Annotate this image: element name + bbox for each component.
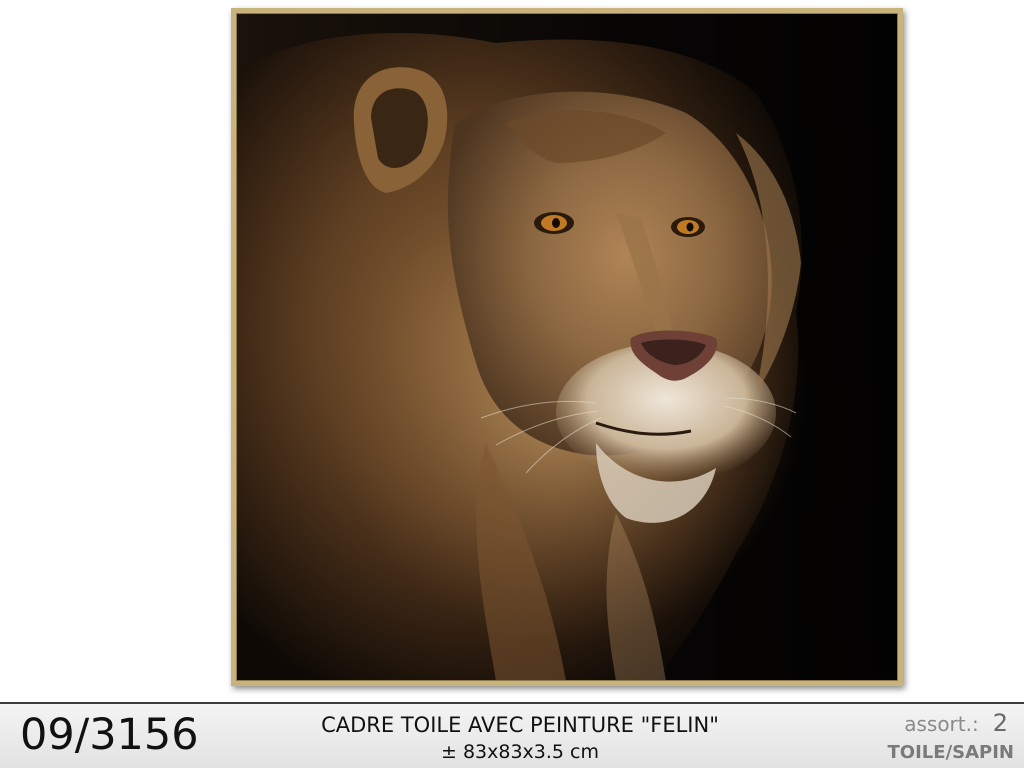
product-title: CADRE TOILE AVEC PEINTURE "FELIN": [321, 713, 719, 737]
lion-painting: [236, 13, 898, 681]
material-label: TOILE/SAPIN: [887, 742, 1014, 763]
reference-number: 09/3156: [20, 710, 199, 760]
assortment-count: 2: [992, 709, 1008, 737]
product-dimensions: ± 83x83x3.5 cm: [440, 741, 599, 763]
product-info-bar: 09/3156 CADRE TOILE AVEC PEINTURE "FELIN…: [0, 702, 1024, 768]
product-sheet: 09/3156 CADRE TOILE AVEC PEINTURE "FELIN…: [0, 0, 1024, 768]
framed-canvas-image: [231, 8, 903, 686]
assortment-label: assort.:: [904, 712, 979, 736]
assortment-info: assort.: 2: [904, 710, 1008, 737]
